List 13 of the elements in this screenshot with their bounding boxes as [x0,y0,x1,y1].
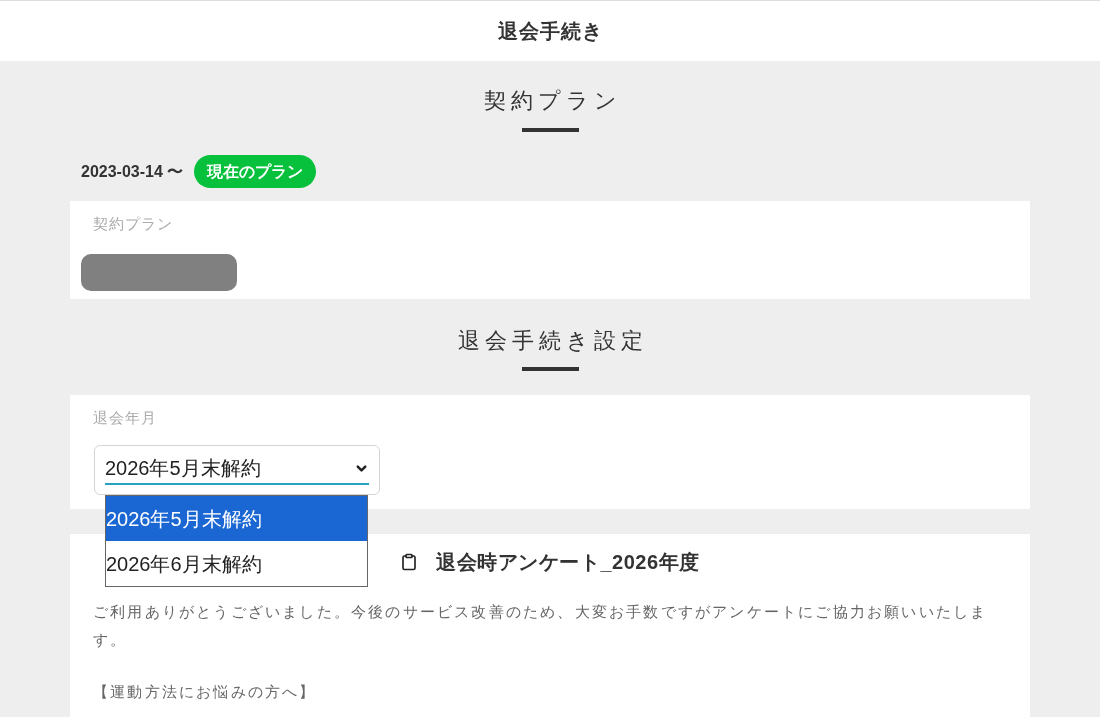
survey-paragraph: 【運動方法にお悩みの方へ】 [93,682,317,702]
field-label: 契約プラン [93,214,173,234]
dropdown-option[interactable]: 2026年5月末解約 [106,496,367,541]
contract-period: 2023-03-14 〜 [81,161,184,182]
field-label: 退会年月 [93,408,157,428]
section-title: 退会手続き設定 [456,327,648,355]
page-title: 退会手続き [497,19,603,44]
survey-title: 退会時アンケート_2026年度 [436,550,700,575]
section-title: 契約プラン [482,87,622,115]
survey-paragraph: ご利用ありがとうございました。今後のサービス改善のため、大変お手数ですがアンケートにご協力お願いいたします。 [93,602,989,650]
clipboard-icon [400,552,419,572]
month-select[interactable]: 2026年5月末解約 [94,445,380,495]
current-plan-badge: 現在のプラン [194,155,317,188]
